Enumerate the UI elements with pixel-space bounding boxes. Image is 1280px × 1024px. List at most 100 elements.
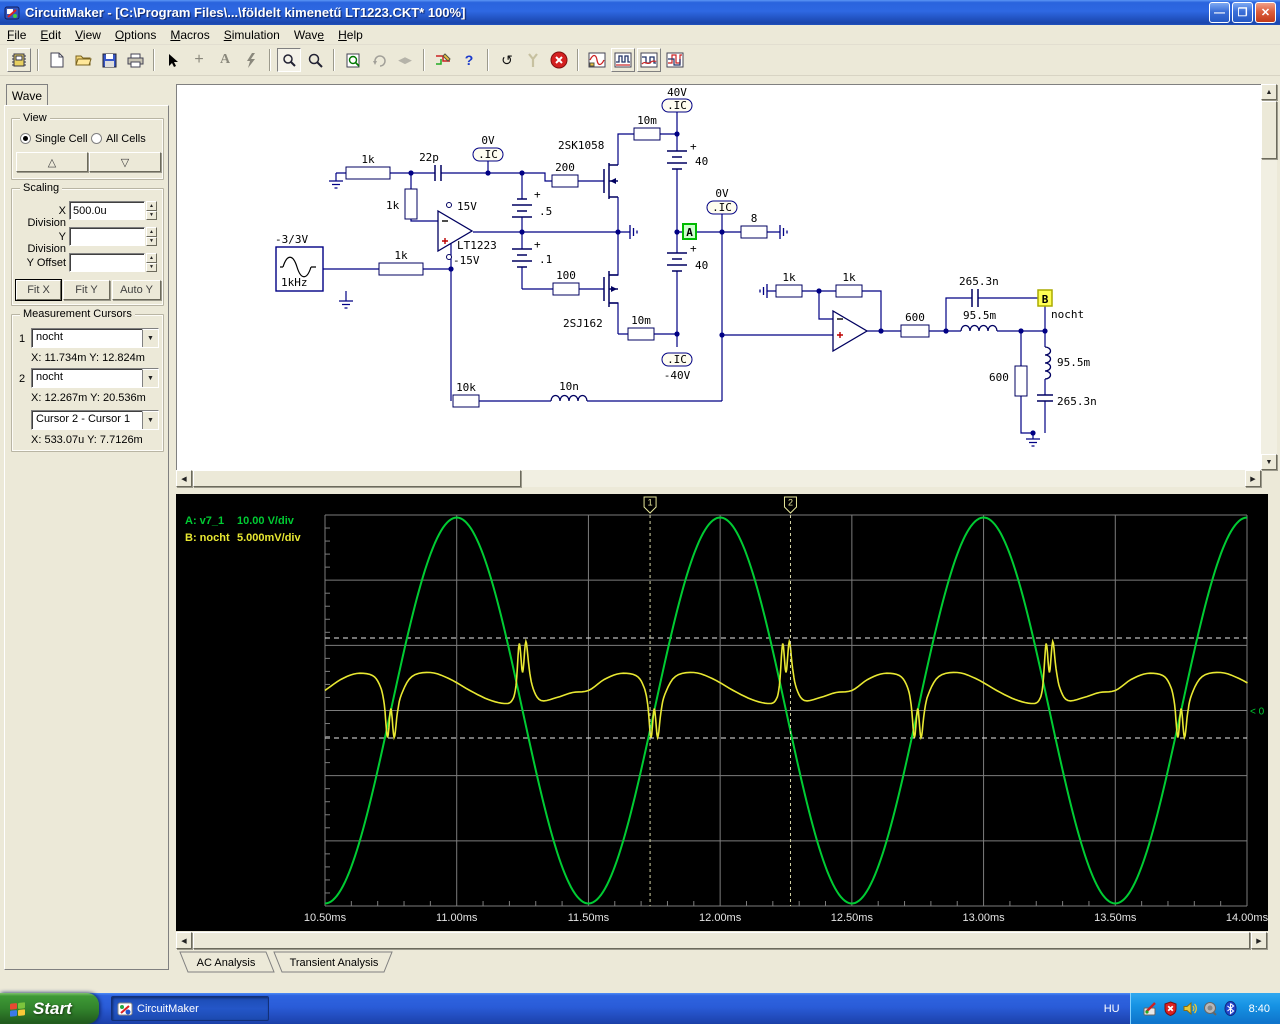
menu-file[interactable]: File bbox=[0, 26, 33, 44]
cell-down-button[interactable]: ▽ bbox=[89, 152, 161, 172]
x-tick-label: 12.00ms bbox=[699, 912, 742, 924]
probe-tool-button[interactable] bbox=[277, 48, 301, 72]
start-button[interactable]: Start bbox=[0, 993, 99, 1024]
parts-browser-button[interactable] bbox=[7, 48, 31, 72]
svg-text:.IC: .IC bbox=[667, 99, 687, 112]
menu-options[interactable]: Options bbox=[108, 26, 163, 44]
stop-simulation-button[interactable] bbox=[547, 48, 571, 72]
fit-x-button[interactable]: Fit X bbox=[16, 280, 61, 300]
minimize-button[interactable]: — bbox=[1209, 2, 1230, 23]
menu-wave[interactable]: Wave bbox=[287, 26, 331, 44]
zero-marker: < 0 bbox=[1250, 707, 1265, 718]
svg-text:-3/3V: -3/3V bbox=[275, 233, 308, 246]
close-button[interactable]: ✕ bbox=[1255, 2, 1276, 23]
scroll-left-icon[interactable]: ◀ bbox=[176, 932, 192, 949]
tablet-pen-icon[interactable] bbox=[1143, 1001, 1159, 1017]
waveform-plot[interactable]: 1 2 10.50ms 11.00ms 11.50ms 12.00ms 12.50ms 13.… bbox=[176, 494, 1269, 931]
restore-button[interactable]: ❐ bbox=[1232, 2, 1253, 23]
cell-up-button[interactable]: △ bbox=[16, 152, 88, 172]
scroll-right-icon[interactable]: ▶ bbox=[1251, 932, 1267, 949]
wave-control-panel: View Single Cell All Cells △ ▽ Scaling X… bbox=[4, 105, 169, 970]
mosfet-2sk1058[interactable] bbox=[603, 163, 618, 199]
chevron-down-icon[interactable]: ▼ bbox=[142, 329, 158, 347]
new-file-button[interactable] bbox=[45, 48, 69, 72]
reset-button[interactable]: ↺ bbox=[495, 48, 519, 72]
scope-analog-button[interactable] bbox=[637, 48, 661, 72]
help-button[interactable]: ? bbox=[457, 48, 481, 72]
new-file-icon bbox=[50, 52, 64, 68]
cursor-diff-select[interactable]: Cursor 2 - Cursor 1 ▼ bbox=[31, 410, 159, 430]
svg-text:1kHz: 1kHz bbox=[281, 276, 308, 289]
menu-edit[interactable]: Edit bbox=[33, 26, 68, 44]
schematic-hscrollbar[interactable]: ◀ ▶ bbox=[176, 470, 1261, 487]
auto-y-button[interactable]: Auto Y bbox=[112, 280, 161, 300]
menu-simulation[interactable]: Simulation bbox=[217, 26, 287, 44]
legend-scale: 5.000mV/div bbox=[237, 532, 301, 544]
svg-text:-15V: -15V bbox=[453, 254, 480, 267]
scope-digital-button[interactable] bbox=[611, 48, 635, 72]
menu-help[interactable]: Help bbox=[331, 26, 370, 44]
arrow-tool-button[interactable] bbox=[161, 48, 185, 72]
cursor2-select[interactable]: nocht ▼ bbox=[31, 368, 159, 388]
schematic-vscrollbar[interactable]: ▲ ▼ bbox=[1261, 84, 1277, 470]
svg-text:.1: .1 bbox=[539, 253, 552, 266]
print-button[interactable] bbox=[123, 48, 147, 72]
svg-text:0V: 0V bbox=[715, 187, 729, 200]
edit-wires-button[interactable] bbox=[431, 48, 455, 72]
search-icon bbox=[308, 53, 323, 68]
taskbar-clock[interactable]: 8:40 bbox=[1249, 1003, 1270, 1015]
chevron-down-icon[interactable]: ▼ bbox=[142, 369, 158, 387]
save-button[interactable] bbox=[97, 48, 121, 72]
x-division-input[interactable] bbox=[69, 201, 145, 220]
menu-bar: File Edit View Options Macros Simulation… bbox=[0, 25, 1280, 45]
radio-single-cell[interactable] bbox=[20, 133, 31, 144]
chevron-down-icon[interactable]: ▼ bbox=[142, 411, 158, 429]
scroll-up-icon[interactable]: ▲ bbox=[1261, 84, 1277, 100]
sound-device-icon[interactable] bbox=[1203, 1001, 1219, 1017]
taskbar-task-circuitmaker[interactable]: CircuitMaker bbox=[111, 996, 269, 1021]
menu-macros[interactable]: Macros bbox=[163, 26, 216, 44]
flip-button[interactable]: ◀▶ bbox=[393, 48, 417, 72]
scope-mixed-button[interactable] bbox=[663, 48, 687, 72]
wave-panel-tab[interactable]: Wave bbox=[6, 84, 48, 106]
waveform-hscrollbar[interactable]: ◀ ▶ bbox=[176, 932, 1268, 950]
zoom-window-button[interactable] bbox=[341, 48, 365, 72]
scroll-down-icon[interactable]: ▼ bbox=[1261, 454, 1277, 470]
cursor1-select[interactable]: nocht ▼ bbox=[31, 328, 159, 348]
bluetooth-icon[interactable] bbox=[1223, 1001, 1239, 1017]
search-tool-button[interactable] bbox=[303, 48, 327, 72]
wrench-button[interactable] bbox=[521, 48, 545, 72]
scope-wave-icon bbox=[588, 52, 606, 68]
radio-all-cells[interactable] bbox=[91, 133, 102, 144]
rotate-button[interactable] bbox=[367, 48, 391, 72]
scaling-group: Scaling X Division ▲▼ Y Division ▲▼ Y Of… bbox=[11, 182, 164, 306]
y-division-input[interactable] bbox=[69, 227, 145, 246]
language-indicator[interactable]: HU bbox=[1094, 1000, 1130, 1018]
toolbar-separator bbox=[269, 49, 271, 71]
y-division-spinner[interactable]: ▲ ▼ bbox=[146, 227, 157, 246]
svg-text:265.3n: 265.3n bbox=[959, 275, 999, 288]
volume-icon[interactable] bbox=[1183, 1001, 1199, 1017]
mosfet-2sj162[interactable] bbox=[603, 271, 618, 307]
delete-tool-button[interactable] bbox=[239, 48, 263, 72]
fit-y-button[interactable]: Fit Y bbox=[63, 280, 110, 300]
scope-new-button[interactable] bbox=[585, 48, 609, 72]
security-shield-icon[interactable] bbox=[1163, 1001, 1179, 1017]
open-file-button[interactable] bbox=[71, 48, 95, 72]
text-tool-button[interactable]: A bbox=[213, 48, 237, 72]
toolbar-separator bbox=[577, 49, 579, 71]
opamp-2[interactable] bbox=[832, 309, 869, 353]
svg-text:10m: 10m bbox=[631, 314, 651, 327]
toolbar-separator bbox=[333, 49, 335, 71]
svg-text:+: + bbox=[690, 140, 697, 153]
scroll-right-icon[interactable]: ▶ bbox=[1245, 470, 1261, 487]
schematic-canvas[interactable]: 1k 22p 0V .IC 1k 15V -15V LT1223 -3/3V 1… bbox=[176, 84, 1261, 470]
scroll-left-icon[interactable]: ◀ bbox=[176, 470, 192, 487]
menu-view[interactable]: View bbox=[68, 26, 108, 44]
inductors[interactable] bbox=[550, 324, 1052, 402]
wire-tool-button[interactable]: + bbox=[187, 48, 211, 72]
chip-icon bbox=[12, 53, 26, 67]
y-offset-input[interactable] bbox=[69, 253, 145, 272]
y-offset-spinner[interactable]: ▲ ▼ bbox=[146, 253, 157, 272]
x-division-spinner[interactable]: ▲ ▼ bbox=[146, 201, 157, 220]
